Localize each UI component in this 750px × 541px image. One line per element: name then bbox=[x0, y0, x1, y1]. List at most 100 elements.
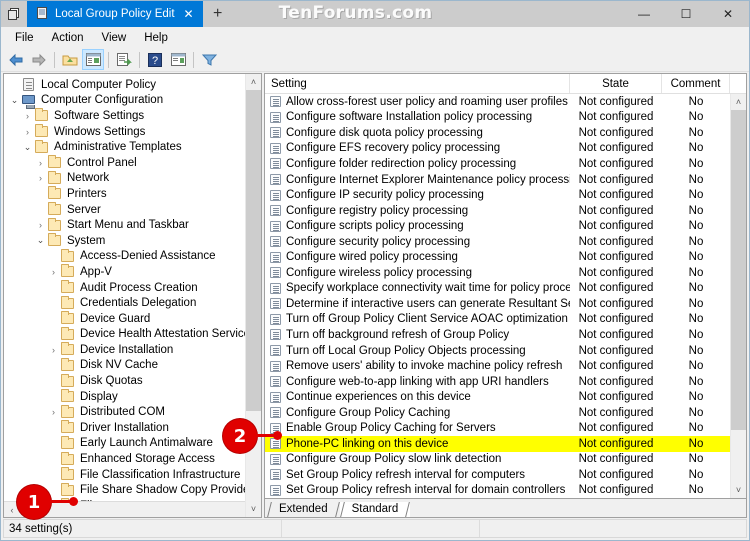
chevron-down-icon[interactable]: ⌄ bbox=[21, 142, 34, 153]
menu-help[interactable]: Help bbox=[136, 30, 176, 46]
table-row[interactable]: Configure IP security policy processing N… bbox=[265, 187, 730, 203]
tree-scroll-thumb[interactable] bbox=[246, 90, 261, 411]
list-scroll-thumb[interactable] bbox=[731, 110, 746, 430]
chevron-right-icon[interactable]: › bbox=[34, 220, 47, 230]
column-header-comment[interactable]: Comment bbox=[662, 74, 730, 93]
tab-extended[interactable]: Extended bbox=[267, 502, 340, 517]
maximize-button[interactable]: ☐ bbox=[665, 1, 707, 27]
table-row[interactable]: Configure wireless policy processing Not … bbox=[265, 265, 730, 281]
minimize-button[interactable]: — bbox=[623, 1, 665, 27]
table-row[interactable]: Configure scripts policy processing Not c… bbox=[265, 218, 730, 234]
tree-scroll-down-button[interactable]: ˅ bbox=[246, 501, 261, 517]
list-scroll-track[interactable] bbox=[731, 110, 746, 482]
tree-item[interactable]: Printers bbox=[4, 186, 261, 202]
table-row[interactable]: Configure security policy processing Not … bbox=[265, 234, 730, 250]
window-list-icon[interactable] bbox=[1, 1, 27, 27]
comment-cell: No bbox=[688, 484, 704, 497]
chevron-down-icon[interactable]: ⌄ bbox=[34, 235, 47, 246]
export-list-icon[interactable] bbox=[113, 49, 135, 70]
menu-view[interactable]: View bbox=[94, 30, 135, 46]
tree-item[interactable]: Device Guard bbox=[4, 311, 261, 327]
table-row[interactable]: Turn off Local Group Policy Objects proc… bbox=[265, 343, 730, 359]
chevron-right-icon[interactable]: › bbox=[47, 345, 60, 355]
chevron-right-icon[interactable]: › bbox=[47, 407, 60, 417]
close-window-button[interactable]: ✕ bbox=[707, 1, 749, 27]
table-row[interactable]: Configure Group Policy Caching Not config… bbox=[265, 405, 730, 421]
tree-item[interactable]: Display bbox=[4, 389, 261, 405]
properties-icon[interactable] bbox=[167, 49, 189, 70]
table-row[interactable]: Enable Group Policy Caching for Servers N… bbox=[265, 420, 730, 436]
tree-item[interactable]: File Classification Infrastructure bbox=[4, 467, 261, 483]
tree-item[interactable]: Credentials Delegation bbox=[4, 295, 261, 311]
up-folder-icon[interactable] bbox=[59, 49, 81, 70]
table-row[interactable]: Turn off background refresh of Group Pol… bbox=[265, 327, 730, 343]
chevron-right-icon[interactable]: › bbox=[21, 111, 34, 121]
show-hide-console-tree-icon[interactable] bbox=[82, 49, 104, 70]
table-row[interactable]: Configure Internet Explorer Maintenance … bbox=[265, 172, 730, 188]
table-row[interactable]: Configure Group Policy slow link detecti… bbox=[265, 452, 730, 468]
list-scroll-up-button[interactable]: ˄ bbox=[731, 94, 746, 110]
state-cell: Not configured bbox=[578, 297, 654, 310]
table-row[interactable]: Turn off Group Policy Client Service AOA… bbox=[265, 312, 730, 328]
tree-item[interactable]: Disk NV Cache bbox=[4, 357, 261, 374]
tree-item-label: Enhanced Storage Access bbox=[80, 453, 215, 466]
tree-hscroll-track[interactable] bbox=[20, 502, 245, 517]
tree-item[interactable]: Access-Denied Assistance bbox=[4, 248, 261, 265]
chevron-right-icon[interactable]: › bbox=[34, 158, 47, 168]
tree-item[interactable]: › Distributed COM bbox=[4, 404, 261, 420]
table-row[interactable]: Continue experiences on this device Not c… bbox=[265, 389, 730, 405]
chevron-right-icon[interactable]: › bbox=[21, 127, 34, 137]
filter-icon[interactable] bbox=[198, 49, 220, 70]
chevron-down-icon[interactable]: ⌄ bbox=[8, 95, 21, 106]
table-row[interactable]: Configure EFS recovery policy processing… bbox=[265, 141, 730, 157]
tree-scroll-up-button[interactable]: ˄ bbox=[246, 74, 261, 90]
tree-item[interactable]: › Control Panel bbox=[4, 155, 261, 171]
tree-item[interactable]: Device Health Attestation Service bbox=[4, 326, 261, 343]
tree-item[interactable]: Enhanced Storage Access bbox=[4, 451, 261, 467]
tree-item[interactable]: › App-V bbox=[4, 264, 261, 280]
tree-item[interactable]: › Software Settings bbox=[4, 108, 261, 124]
chevron-right-icon[interactable]: › bbox=[34, 173, 47, 183]
tree-item[interactable]: Disk Quotas bbox=[4, 373, 261, 389]
tree-item[interactable]: ⌄ Administrative Templates bbox=[4, 139, 261, 155]
table-row[interactable]: Configure software Installation policy p… bbox=[265, 110, 730, 126]
forward-icon[interactable] bbox=[28, 49, 50, 70]
close-tab-icon[interactable]: ✕ bbox=[181, 8, 197, 20]
back-icon[interactable] bbox=[5, 49, 27, 70]
tree-item[interactable]: ⌄ System bbox=[4, 233, 261, 249]
table-row[interactable]: Set Group Policy refresh interval for co… bbox=[265, 467, 730, 483]
tree-item[interactable]: › Windows Settings bbox=[4, 124, 261, 140]
table-row[interactable]: Configure wired policy processing Not con… bbox=[265, 249, 730, 265]
list-vertical-scrollbar[interactable]: ˄ ˅ bbox=[730, 94, 746, 498]
table-row[interactable]: Phone-PC linking on this device Not confi… bbox=[265, 436, 730, 452]
table-row[interactable]: Configure registry policy processing Not … bbox=[265, 203, 730, 219]
settings-list-body[interactable]: Allow cross-forest user policy and roami… bbox=[265, 94, 746, 498]
help-icon[interactable]: ? bbox=[144, 49, 166, 70]
menu-action[interactable]: Action bbox=[44, 30, 92, 46]
column-header-state[interactable]: State bbox=[570, 74, 662, 93]
tab-local-group-policy-editor[interactable]: Local Group Policy Edit ✕ bbox=[27, 1, 203, 27]
table-row[interactable]: Configure folder redirection policy proc… bbox=[265, 156, 730, 172]
setting-cell: Configure software Installation policy p… bbox=[265, 111, 570, 123]
status-bar-settings-count: 34 setting(s) bbox=[4, 520, 282, 537]
list-scroll-down-button[interactable]: ˅ bbox=[731, 482, 746, 498]
tree-item[interactable]: Audit Process Creation bbox=[4, 280, 261, 296]
tree-item[interactable]: ⌄ Computer Configuration bbox=[4, 93, 261, 109]
tree-item[interactable]: › Device Installation bbox=[4, 342, 261, 358]
menu-file[interactable]: File bbox=[7, 30, 42, 46]
table-row[interactable]: Remove users' ability to invoke machine … bbox=[265, 358, 730, 374]
tree-item[interactable]: › Network bbox=[4, 170, 261, 187]
tab-standard[interactable]: Standard bbox=[339, 502, 411, 517]
table-row[interactable]: Determine if interactive users can gener… bbox=[265, 296, 730, 312]
table-row[interactable]: Configure disk quota policy processing No… bbox=[265, 125, 730, 141]
column-header-setting[interactable]: Setting bbox=[265, 74, 570, 93]
chevron-right-icon[interactable]: › bbox=[47, 267, 60, 277]
table-row[interactable]: Set Group Policy refresh interval for do… bbox=[265, 483, 730, 498]
new-tab-button[interactable]: + bbox=[202, 1, 233, 27]
tree-item[interactable]: Local Computer Policy bbox=[4, 77, 261, 93]
tree-item[interactable]: › Start Menu and Taskbar bbox=[4, 217, 261, 233]
table-row[interactable]: Specify workplace connectivity wait time… bbox=[265, 281, 730, 297]
table-row[interactable]: Configure web-to-app linking with app UR… bbox=[265, 374, 730, 390]
table-row[interactable]: Allow cross-forest user policy and roami… bbox=[265, 94, 730, 110]
tree-item[interactable]: Server bbox=[4, 202, 261, 218]
